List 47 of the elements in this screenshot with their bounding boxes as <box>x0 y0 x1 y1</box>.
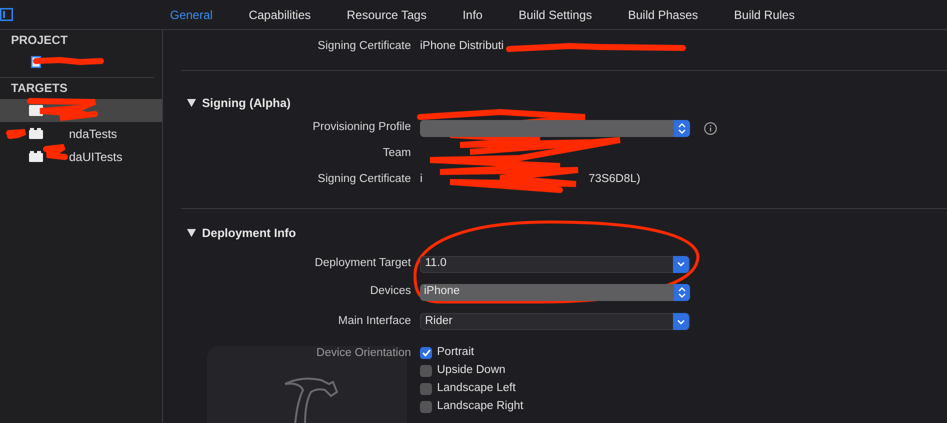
sidebar-toggle-icon[interactable] <box>0 8 13 21</box>
disclosure-triangle[interactable] <box>187 99 196 107</box>
field-label: Devices <box>369 284 411 300</box>
chevron-icon <box>677 261 685 267</box>
field-label: Team <box>382 146 411 162</box>
field-value: 73S6D8L) <box>588 172 640 188</box>
section-title: Signing (Alpha) <box>202 95 291 112</box>
tab[interactable]: Capabilities <box>248 6 311 24</box>
field-label: Signing Certificate <box>316 172 411 188</box>
field-label: Main Interface <box>337 314 411 329</box>
section-header: TARGETS <box>10 80 68 97</box>
redaction-scribble <box>33 57 104 65</box>
field-label: Provisioning Profile <box>312 120 411 136</box>
popup-button[interactable] <box>420 120 690 136</box>
checkmark-icon <box>422 349 430 357</box>
tab[interactable]: Resource Tags <box>346 6 427 24</box>
field-value: iPhone Distributi <box>420 39 504 54</box>
combo-box[interactable]: Rider <box>420 313 690 330</box>
stepper-icon <box>678 286 686 298</box>
tab[interactable]: Info <box>462 6 483 24</box>
checkbox[interactable]: Portrait <box>420 344 524 362</box>
combo-box[interactable]: 11.0 <box>420 256 690 272</box>
tab[interactable]: Build Rules <box>734 6 795 24</box>
chevron-icon <box>677 318 685 324</box>
tab[interactable]: Build Phases <box>628 6 698 24</box>
checkbox[interactable]: Landscape Left <box>420 380 524 398</box>
section-title: Deployment Info <box>202 225 296 242</box>
checkbox[interactable]: Upside Down <box>420 362 524 380</box>
target-icon <box>29 128 43 139</box>
redaction-scribble <box>27 98 98 121</box>
section-header: PROJECT <box>10 32 69 49</box>
tab[interactable]: Build Settings <box>518 6 592 24</box>
sidebar-item[interactable]: ndaTests <box>0 122 162 145</box>
checkbox[interactable]: Landscape Right <box>420 398 524 416</box>
tab[interactable]: General <box>170 6 213 24</box>
field-value: i <box>420 172 423 188</box>
redaction-scribble <box>43 144 68 160</box>
field-label: Device Orientation <box>315 346 411 361</box>
stepper-icon <box>678 122 686 134</box>
disclosure-triangle[interactable] <box>187 229 196 237</box>
field-label: Signing Certificate <box>316 39 411 54</box>
target-icon <box>29 151 43 162</box>
sidebar-item[interactable]: daUITests <box>0 145 162 168</box>
info-icon[interactable] <box>704 122 717 134</box>
redaction-scribble <box>6 129 28 139</box>
popup-button[interactable]: iPhone <box>420 284 690 300</box>
field-label: Deployment Target <box>314 256 411 272</box>
